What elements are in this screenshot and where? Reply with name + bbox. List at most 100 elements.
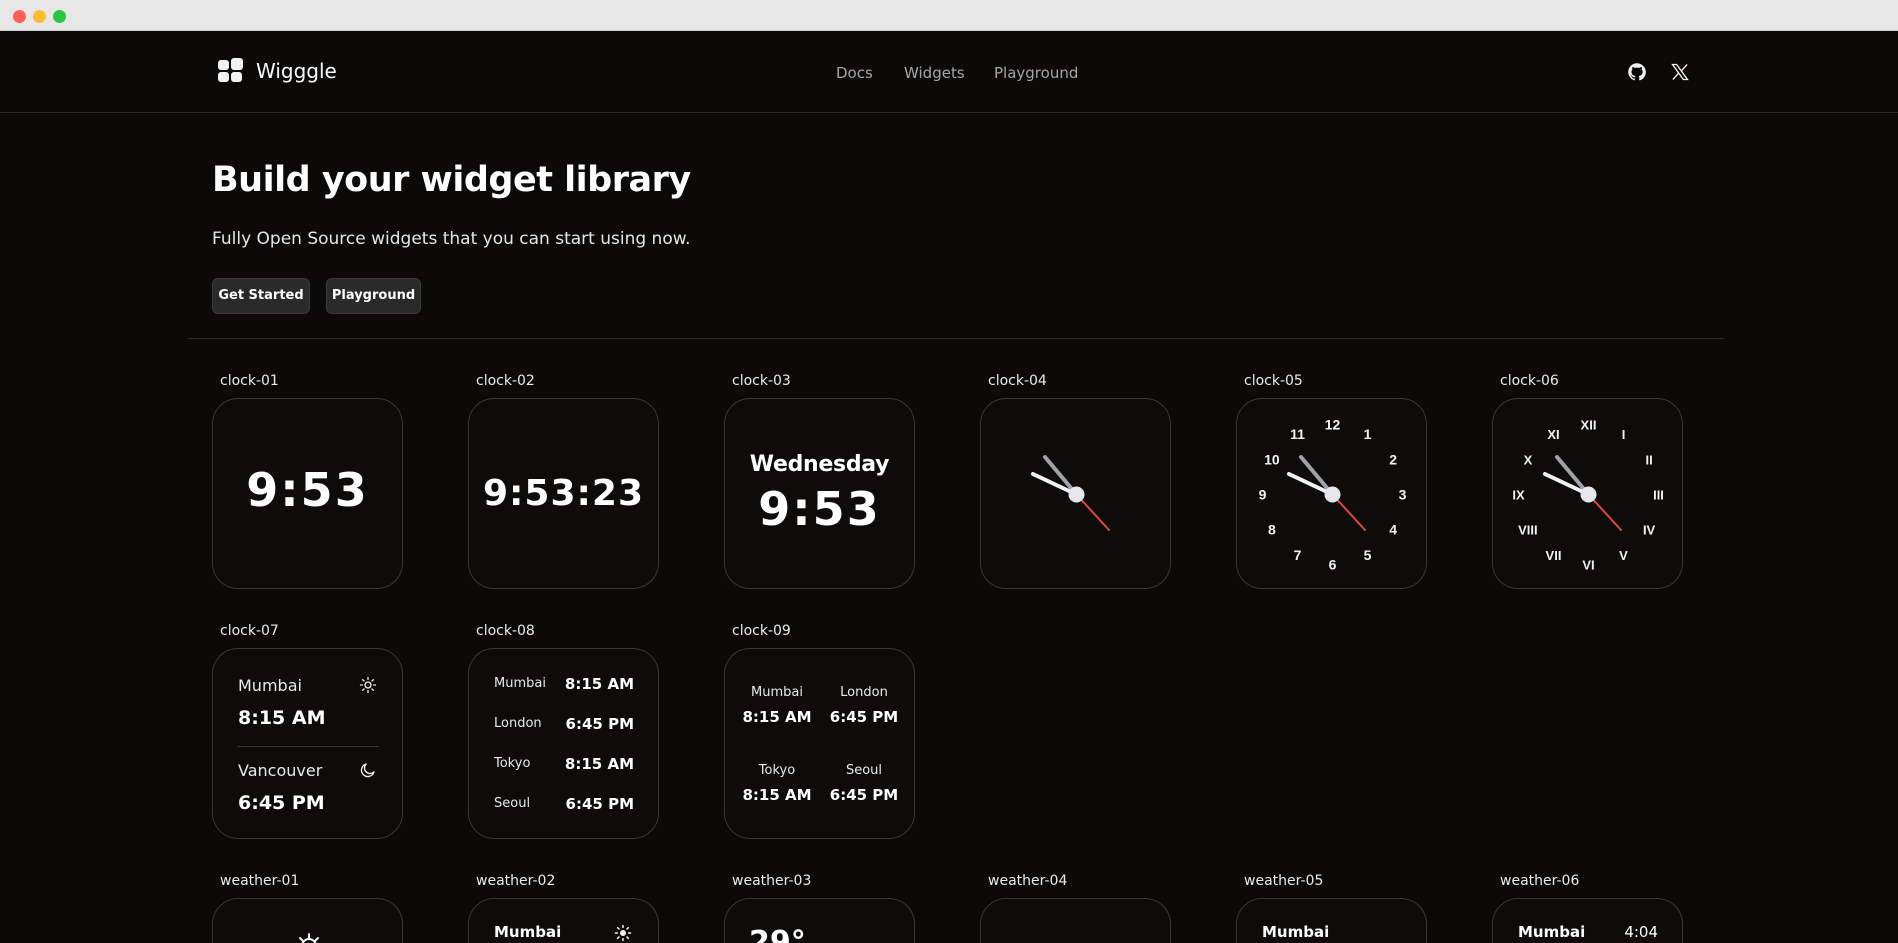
- weekday-label: Wednesday: [749, 452, 890, 477]
- dial-numeral-vii: VII: [1546, 548, 1562, 563]
- city-time: 8:15 AM: [564, 675, 634, 693]
- dial-number-6: 6: [1329, 557, 1337, 573]
- analog-clock-face: [1031, 455, 1110, 531]
- widget-label-clock-06: clock-06: [1500, 373, 1559, 389]
- close-window-button[interactable]: [13, 10, 26, 23]
- city-time: 6:45 PM: [829, 786, 899, 804]
- clock-05-widget[interactable]: 12 1 2 3 4 5 6 7 8 9 10 11: [1236, 398, 1427, 589]
- digital-time-seconds: 9:53:23: [482, 473, 645, 514]
- city-time: 6:45 PM: [565, 795, 634, 813]
- x-icon[interactable]: [1670, 62, 1690, 82]
- moon-icon: [360, 763, 375, 778]
- dial-number-8: 8: [1268, 522, 1276, 538]
- dial-number-11: 11: [1290, 426, 1305, 442]
- temperature: 29°: [749, 925, 806, 943]
- city-name: Seoul: [845, 763, 883, 778]
- widget-label-weather-02: weather-02: [476, 873, 556, 889]
- widget-label-clock-05: clock-05: [1244, 373, 1303, 389]
- dial-number-3: 3: [1399, 487, 1407, 503]
- brand-name[interactable]: Wigggle: [256, 59, 337, 83]
- dial-numeral-xi: XI: [1547, 427, 1559, 442]
- local-time: 4:04: [1624, 923, 1658, 941]
- wigggle-logo-icon[interactable]: [218, 58, 244, 84]
- row-divider: [238, 746, 379, 747]
- widget-label-clock-07: clock-07: [220, 623, 279, 639]
- digital-time: 9:53: [246, 463, 369, 517]
- city-name: Mumbai: [494, 676, 546, 691]
- city-name: London: [494, 716, 542, 731]
- dial-numeral-v: V: [1619, 548, 1628, 563]
- github-icon[interactable]: [1627, 62, 1647, 82]
- dial-numeral-iii: III: [1653, 488, 1664, 503]
- nav-docs-link[interactable]: Docs: [836, 64, 873, 82]
- clock-03-widget[interactable]: Wednesday 9:53: [724, 398, 915, 589]
- widget-label-clock-04: clock-04: [988, 373, 1047, 389]
- hero-title: Build your widget library: [212, 160, 691, 200]
- city-name: Mumbai: [238, 676, 302, 695]
- city-name: Mumbai: [1518, 923, 1586, 941]
- window-titlebar: [0, 0, 1898, 31]
- dial-numeral-xii: XII: [1581, 418, 1597, 433]
- dial-number-1: 1: [1364, 426, 1372, 442]
- clock-08-widget[interactable]: Mumbai 8:15 AM London 6:45 PM Tokyo 8:15…: [468, 648, 659, 839]
- maximize-window-button[interactable]: [53, 10, 66, 23]
- clock-01-widget[interactable]: 9:53: [212, 398, 403, 589]
- dial-numeral-viii: VIII: [1518, 523, 1538, 538]
- city-name: London: [840, 685, 888, 700]
- clock-04-widget[interactable]: [980, 398, 1171, 589]
- widget-label-clock-03: clock-03: [732, 373, 791, 389]
- city-time: 8:15 AM: [238, 707, 326, 729]
- dial-numeral-i: I: [1622, 427, 1626, 442]
- widget-label-clock-01: clock-01: [220, 373, 279, 389]
- widget-label-clock-08: clock-08: [476, 623, 535, 639]
- dial-number-12: 12: [1325, 417, 1341, 433]
- playground-button[interactable]: Playground: [326, 278, 421, 314]
- city-time: 6:45 PM: [565, 715, 634, 733]
- weather-06-widget[interactable]: Mumbai 4:04: [1492, 898, 1683, 943]
- sun-icon: [614, 924, 632, 942]
- weather-03-widget[interactable]: 29°: [724, 898, 915, 943]
- sun-icon: [299, 933, 319, 943]
- dial-number-9: 9: [1259, 487, 1267, 503]
- get-started-button[interactable]: Get Started: [212, 278, 310, 314]
- hero-subtitle: Fully Open Source widgets that you can s…: [212, 229, 691, 249]
- nav-widgets-link[interactable]: Widgets: [904, 64, 965, 82]
- widget-label-weather-03: weather-03: [732, 873, 812, 889]
- city-name: Vancouver: [238, 761, 323, 780]
- site-header: Wigggle Docs Widgets Playground: [0, 31, 1898, 113]
- dial-numeral-ix: IX: [1512, 488, 1525, 503]
- widget-label-clock-09: clock-09: [732, 623, 791, 639]
- widget-label-weather-01: weather-01: [220, 873, 300, 889]
- widget-label-weather-04: weather-04: [988, 873, 1068, 889]
- weather-05-widget[interactable]: Mumbai: [1236, 898, 1427, 943]
- minimize-window-button[interactable]: [33, 10, 46, 23]
- dial-number-10: 10: [1264, 452, 1280, 468]
- nav-playground-link[interactable]: Playground: [994, 64, 1078, 82]
- dial-numeral-ii: II: [1645, 453, 1652, 468]
- weather-02-widget[interactable]: Mumbai: [468, 898, 659, 943]
- dial-numeral-vi: VI: [1582, 558, 1594, 573]
- weather-04-widget[interactable]: [980, 898, 1171, 943]
- dial-numeral-iv: IV: [1643, 523, 1656, 538]
- dial-numeral-x: X: [1524, 453, 1533, 468]
- clock-09-widget[interactable]: Mumbai 8:15 AM London 6:45 PM Tokyo 8:15…: [724, 648, 915, 839]
- city-name: Mumbai: [494, 923, 562, 941]
- widget-label-weather-06: weather-06: [1500, 873, 1580, 889]
- city-time: 8:15 AM: [564, 755, 634, 773]
- analog-clock-face: 121234567891011: [1259, 417, 1407, 573]
- digital-time: 9:53: [758, 482, 881, 536]
- sun-icon: [359, 676, 377, 694]
- city-name: Mumbai: [1262, 923, 1330, 941]
- weather-01-widget[interactable]: [212, 898, 403, 943]
- city-time: 6:45 PM: [829, 708, 899, 726]
- clock-06-widget[interactable]: XII I II III IV V VI VII VIII IX X XI: [1492, 398, 1683, 589]
- widget-label-clock-02: clock-02: [476, 373, 535, 389]
- section-divider: [188, 338, 1724, 339]
- dial-number-4: 4: [1389, 522, 1397, 538]
- dial-number-7: 7: [1294, 547, 1302, 563]
- widget-label-weather-05: weather-05: [1244, 873, 1324, 889]
- clock-02-widget[interactable]: 9:53:23: [468, 398, 659, 589]
- dial-number-2: 2: [1389, 452, 1397, 468]
- clock-07-widget[interactable]: Mumbai 8:15 AM Vancouver 6:45 PM: [212, 648, 403, 839]
- city-name: Seoul: [494, 796, 531, 811]
